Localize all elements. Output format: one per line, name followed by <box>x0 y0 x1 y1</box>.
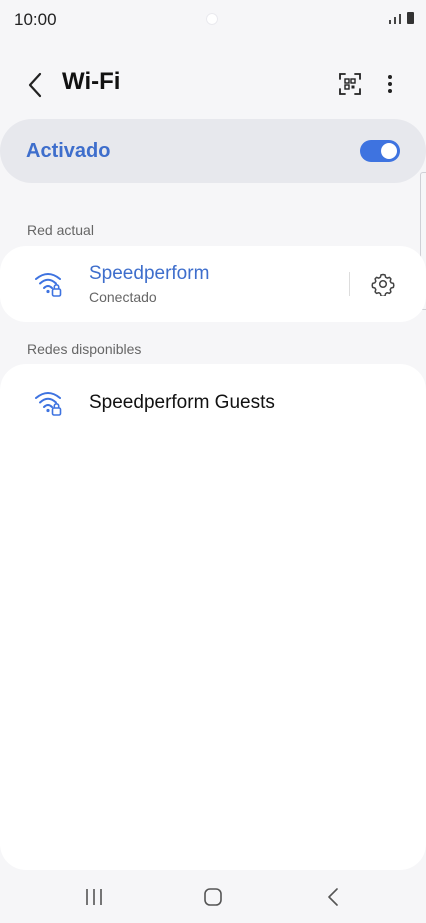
signal-bar <box>394 17 396 24</box>
home-icon <box>204 888 222 906</box>
network-list-item[interactable]: Speedperform Guests <box>0 364 426 444</box>
app-bar: Wi-Fi <box>0 56 426 112</box>
current-network-item[interactable]: Speedperform Conectado <box>0 246 340 322</box>
back-icon <box>328 888 338 906</box>
divider <box>349 272 350 296</box>
current-network-card: Speedperform Conectado <box>0 246 426 322</box>
camera-cutout <box>206 13 218 25</box>
wifi-locked-icon <box>35 273 62 297</box>
current-network-status: Conectado <box>89 289 157 305</box>
wifi-locked-icon <box>35 392 62 416</box>
back-button[interactable] <box>20 70 50 100</box>
wifi-toggle-row[interactable]: Activado <box>0 119 426 183</box>
status-icons <box>389 12 414 24</box>
qr-code-icon <box>339 73 361 95</box>
gear-icon <box>371 273 395 296</box>
page-title: Wi-Fi <box>62 68 121 95</box>
chevron-left-icon <box>28 72 42 98</box>
switch-knob <box>381 143 397 159</box>
available-networks-card: Speedperform Guests <box>0 364 426 870</box>
current-network-label: Red actual <box>27 222 94 238</box>
status-time: 10:00 <box>14 10 57 29</box>
recent-apps-button[interactable] <box>74 884 114 910</box>
battery-icon <box>407 12 414 24</box>
wifi-switch[interactable] <box>360 140 400 162</box>
navigation-bar <box>0 870 426 923</box>
wifi-toggle-label: Activado <box>26 140 111 162</box>
network-settings-button[interactable] <box>369 270 397 298</box>
home-button[interactable] <box>193 884 233 910</box>
available-networks-label: Redes disponibles <box>27 341 142 357</box>
current-network-name: Speedperform <box>89 263 210 284</box>
signal-bar <box>399 14 401 24</box>
more-vertical-icon <box>388 75 392 93</box>
network-name: Speedperform Guests <box>89 392 275 413</box>
signal-icon <box>389 20 391 24</box>
status-bar: 10:00 <box>0 0 426 40</box>
nav-back-button[interactable] <box>313 884 353 910</box>
recent-apps-icon <box>86 889 102 905</box>
more-options-button[interactable] <box>378 68 402 100</box>
qr-code-button[interactable] <box>334 68 366 100</box>
